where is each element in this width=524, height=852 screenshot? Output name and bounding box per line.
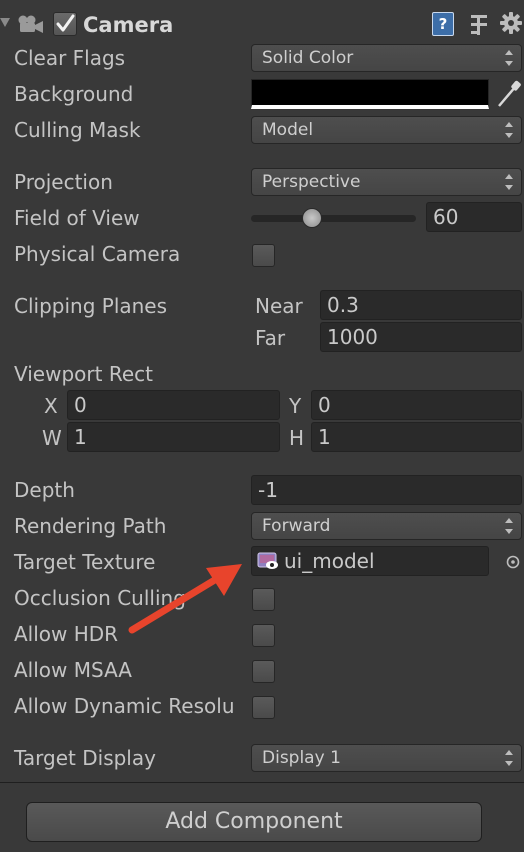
gear-icon[interactable] xyxy=(499,11,523,35)
checkmark-icon xyxy=(56,14,75,32)
allow-dynamic-resolution-label: Allow Dynamic Resolu xyxy=(14,694,235,718)
add-component-button[interactable]: Add Component xyxy=(26,802,482,842)
viewport-w-input[interactable]: 1 xyxy=(67,422,280,452)
allow-hdr-checkbox[interactable] xyxy=(252,624,275,647)
target-texture-field[interactable]: ui_model xyxy=(251,546,489,576)
projection-value: Perspective xyxy=(262,172,361,192)
viewport-x-input[interactable]: 0 xyxy=(67,390,280,420)
rendering-path-value: Forward xyxy=(262,516,331,536)
clear-flags-value: Solid Color xyxy=(262,48,354,68)
far-input[interactable]: 1000 xyxy=(320,322,522,352)
rendering-path-dropdown[interactable]: Forward xyxy=(251,512,522,540)
object-picker-icon[interactable] xyxy=(505,554,521,570)
component-header: Camera ? xyxy=(0,8,524,42)
dropdown-arrows-icon xyxy=(505,750,513,766)
eyedropper-icon[interactable] xyxy=(496,80,522,108)
fov-input[interactable]: 60 xyxy=(426,202,522,232)
dropdown-arrows-icon xyxy=(505,122,513,138)
viewport-x-label: X xyxy=(44,394,58,418)
near-input[interactable]: 0.3 xyxy=(320,290,522,320)
clear-flags-label: Clear Flags xyxy=(14,46,126,70)
projection-dropdown[interactable]: Perspective xyxy=(251,168,522,196)
allow-hdr-label: Allow HDR xyxy=(14,622,119,646)
culling-mask-value: Model xyxy=(262,120,314,140)
allow-msaa-label: Allow MSAA xyxy=(14,658,132,682)
help-icon[interactable]: ? xyxy=(432,12,454,36)
section-divider xyxy=(0,782,524,783)
viewport-rect-label: Viewport Rect xyxy=(14,362,153,386)
target-texture-value: ui_model xyxy=(284,549,375,573)
allow-dynamic-resolution-checkbox[interactable] xyxy=(252,696,275,719)
fov-slider-thumb[interactable] xyxy=(302,208,322,228)
target-display-value: Display 1 xyxy=(262,748,341,768)
depth-input[interactable]: -1 xyxy=(251,475,522,505)
viewport-h-label: H xyxy=(289,426,305,450)
render-texture-icon xyxy=(257,552,278,569)
culling-mask-dropdown[interactable]: Model xyxy=(251,116,522,144)
dropdown-arrows-icon xyxy=(505,50,513,66)
dropdown-arrows-icon xyxy=(505,518,513,534)
far-label: Far xyxy=(255,326,286,350)
culling-mask-label: Culling Mask xyxy=(14,118,141,142)
occlusion-culling-checkbox[interactable] xyxy=(252,588,275,611)
clear-flags-dropdown[interactable]: Solid Color xyxy=(251,44,522,72)
near-label: Near xyxy=(255,294,303,318)
dropdown-arrows-icon xyxy=(505,174,513,190)
foldout-arrow-icon[interactable] xyxy=(0,18,10,27)
projection-label: Projection xyxy=(14,170,113,194)
background-label: Background xyxy=(14,82,134,106)
viewport-y-input[interactable]: 0 xyxy=(311,390,522,420)
target-display-dropdown[interactable]: Display 1 xyxy=(251,744,522,772)
target-display-label: Target Display xyxy=(14,746,156,770)
viewport-w-label: W xyxy=(42,426,62,450)
depth-label: Depth xyxy=(14,478,75,502)
component-title: Camera xyxy=(83,13,174,37)
fov-slider-track[interactable] xyxy=(251,215,416,222)
preset-icon[interactable] xyxy=(468,12,490,36)
camera-icon xyxy=(18,15,43,33)
annotation-arrow xyxy=(128,564,242,634)
rendering-path-label: Rendering Path xyxy=(14,514,167,538)
enabled-checkbox[interactable] xyxy=(53,12,77,36)
physical-camera-checkbox[interactable] xyxy=(252,244,275,267)
background-color-field[interactable] xyxy=(251,79,489,109)
allow-msaa-checkbox[interactable] xyxy=(252,660,275,683)
viewport-y-label: Y xyxy=(289,394,302,418)
viewport-h-input[interactable]: 1 xyxy=(311,422,522,452)
physical-camera-label: Physical Camera xyxy=(14,242,181,266)
add-component-label: Add Component xyxy=(165,809,343,834)
clipping-planes-label: Clipping Planes xyxy=(14,294,168,318)
fov-label: Field of View xyxy=(14,206,140,230)
